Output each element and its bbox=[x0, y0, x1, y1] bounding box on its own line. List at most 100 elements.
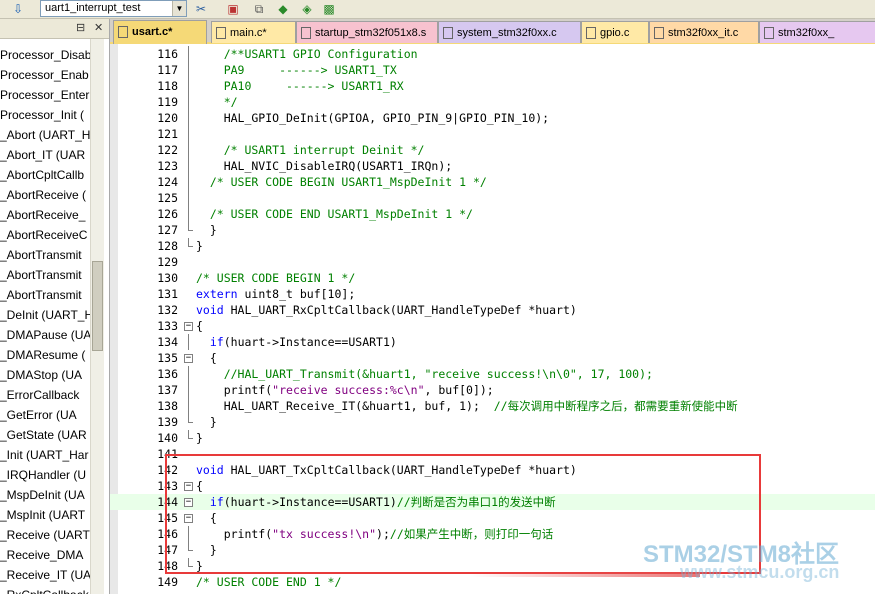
line-number: 125 bbox=[157, 191, 178, 205]
options-icon[interactable]: ✂ bbox=[193, 1, 209, 17]
function-list-item[interactable]: _DMAResume ( bbox=[0, 345, 90, 365]
code-line[interactable]: 137 printf("receive success:%c\n", buf[0… bbox=[110, 382, 875, 398]
tab-main-c[interactable]: main.c* bbox=[211, 21, 296, 43]
code-token: } bbox=[196, 415, 217, 429]
code-line[interactable]: 121 bbox=[110, 126, 875, 142]
code-line[interactable]: 134 if(huart->Instance==USART1) bbox=[110, 334, 875, 350]
code-token: //每次调用中断程序之后，都需要重新使能中断 bbox=[493, 399, 738, 413]
pack-icon[interactable]: ◆ bbox=[275, 1, 291, 17]
function-list-item[interactable]: _Abort (UART_H bbox=[0, 125, 90, 145]
function-list-item[interactable]: _MspInit (UART bbox=[0, 505, 90, 525]
function-list-item[interactable]: Processor_Disab bbox=[0, 45, 90, 65]
tab-stm32f0xx-it-c[interactable]: stm32f0xx_it.c bbox=[649, 21, 759, 43]
function-list-item[interactable]: _DMAPause (UA bbox=[0, 325, 90, 345]
function-list-item[interactable]: _AbortTransmit bbox=[0, 245, 90, 265]
close-icon[interactable]: ✕ bbox=[94, 21, 103, 35]
code-line[interactable]: 130 /* USER CODE BEGIN 1 */ bbox=[110, 270, 875, 286]
function-list-item[interactable]: _MspDeInit (UA bbox=[0, 485, 90, 505]
panel-header: ⊟ ✕ bbox=[0, 19, 109, 39]
download-icon[interactable]: ⇩ bbox=[10, 1, 26, 17]
code-text: } bbox=[196, 238, 203, 254]
fold-toggle-icon[interactable]: − bbox=[184, 354, 193, 363]
function-list-item[interactable]: _RxCpltCallback bbox=[0, 585, 90, 594]
line-number: 131 bbox=[157, 287, 178, 301]
code-line[interactable]: 116 /**USART1 GPIO Configuration bbox=[110, 46, 875, 62]
code-token: HAL_UART_Receive_IT(&huart1, buf, 1); bbox=[196, 399, 494, 413]
function-list-item[interactable]: _Receive_DMA bbox=[0, 545, 90, 565]
function-list-item[interactable]: _AbortReceive ( bbox=[0, 185, 90, 205]
function-list-item[interactable]: _Receive (UART bbox=[0, 525, 90, 545]
line-number: 149 bbox=[157, 575, 178, 589]
code-line[interactable]: 131 extern uint8_t buf[10]; bbox=[110, 286, 875, 302]
code-line[interactable]: 139 } bbox=[110, 414, 875, 430]
manage-icon[interactable]: ▣ bbox=[225, 1, 241, 17]
function-list-item[interactable]: _IRQHandler (U bbox=[0, 465, 90, 485]
function-list-item[interactable]: _DeInit (UART_H bbox=[0, 305, 90, 325]
copy-icon[interactable]: ⧉ bbox=[251, 1, 267, 17]
code-line[interactable]: 138 HAL_UART_Receive_IT(&huart1, buf, 1)… bbox=[110, 398, 875, 414]
fold-end-guide bbox=[188, 238, 193, 247]
function-list-item[interactable]: _AbortTransmit bbox=[0, 285, 90, 305]
chevron-down-icon[interactable]: ▼ bbox=[172, 1, 186, 16]
function-list-item[interactable]: Processor_Enter bbox=[0, 85, 90, 105]
code-line[interactable]: 132 void HAL_UART_RxCpltCallback(UART_Han… bbox=[110, 302, 875, 318]
function-list-item[interactable]: _Abort_IT (UAR bbox=[0, 145, 90, 165]
fold-guide bbox=[188, 142, 189, 158]
code-line[interactable]: 117 PA9 ------> USART1_TX bbox=[110, 62, 875, 78]
code-line[interactable]: 140} bbox=[110, 430, 875, 446]
code-line[interactable]: 124 /* USER CODE BEGIN USART1_MspDeInit … bbox=[110, 174, 875, 190]
code-line[interactable]: 122 /* USART1 interrupt Deinit */ bbox=[110, 142, 875, 158]
code-line[interactable]: 133−{ bbox=[110, 318, 875, 334]
tab-usart-c[interactable]: usart.c* bbox=[113, 20, 207, 44]
fold-guide bbox=[188, 334, 189, 350]
code-line[interactable]: 120 HAL_GPIO_DeInit(GPIOA, GPIO_PIN_9|GP… bbox=[110, 110, 875, 126]
code-token: PA10 ------> USART1_RX bbox=[196, 79, 404, 93]
panel-scrollbar[interactable] bbox=[90, 39, 104, 594]
code-token: /**USART1 GPIO Configuration bbox=[196, 47, 418, 61]
code-line[interactable]: 135− { bbox=[110, 350, 875, 366]
tab-startup-stm32f051x8-s[interactable]: startup_stm32f051x8.s bbox=[296, 21, 438, 43]
function-list-item[interactable]: Processor_Init ( bbox=[0, 105, 90, 125]
code-line[interactable]: 125 bbox=[110, 190, 875, 206]
function-list-item[interactable]: _AbortReceiveC bbox=[0, 225, 90, 245]
line-number: 119 bbox=[157, 95, 178, 109]
pin-icon[interactable]: ⊟ bbox=[76, 21, 85, 35]
code-text: */ bbox=[196, 94, 238, 110]
tab-label: stm32f0xx_it.c bbox=[668, 27, 739, 39]
line-number: 130 bbox=[157, 271, 178, 285]
browse-icon[interactable]: ▩ bbox=[321, 1, 337, 17]
code-line[interactable]: 136 //HAL_UART_Transmit(&huart1, "receiv… bbox=[110, 366, 875, 382]
code-line[interactable]: 119 */ bbox=[110, 94, 875, 110]
fold-guide bbox=[188, 206, 189, 222]
function-list-item[interactable]: _DMAStop (UA bbox=[0, 365, 90, 385]
scrollbar-thumb[interactable] bbox=[92, 261, 103, 351]
function-list-item[interactable]: _Init (UART_Har bbox=[0, 445, 90, 465]
function-list-item[interactable]: _AbortTransmit bbox=[0, 265, 90, 285]
function-list-item[interactable]: _Receive_IT (UA bbox=[0, 565, 90, 585]
tab-gpio-c[interactable]: gpio.c bbox=[581, 21, 649, 43]
function-list-item[interactable]: _GetError (UA bbox=[0, 405, 90, 425]
function-list-item[interactable]: _GetState (UAR bbox=[0, 425, 90, 445]
code-token: "receive success:%c\n" bbox=[272, 383, 425, 397]
line-number: 134 bbox=[157, 335, 178, 349]
code-line[interactable]: 129 bbox=[110, 254, 875, 270]
code-line[interactable]: 128} bbox=[110, 238, 875, 254]
code-line[interactable]: 127 } bbox=[110, 222, 875, 238]
tab-stm32f0xx[interactable]: stm32f0xx_ bbox=[759, 21, 875, 43]
function-list-item[interactable]: _AbortReceive_ bbox=[0, 205, 90, 225]
code-text: PA10 ------> USART1_RX bbox=[196, 78, 404, 94]
diamond-icon[interactable]: ◈ bbox=[299, 1, 315, 17]
code-line[interactable]: 118 PA10 ------> USART1_RX bbox=[110, 78, 875, 94]
code-text: printf("receive success:%c\n", buf[0]); bbox=[196, 382, 494, 398]
function-list-item[interactable]: Processor_Enab bbox=[0, 65, 90, 85]
tab-system-stm32f0xx-c[interactable]: system_stm32f0xx.c bbox=[438, 21, 581, 43]
code-line[interactable]: 126 /* USER CODE END USART1_MspDeInit 1 … bbox=[110, 206, 875, 222]
target-select[interactable]: uart1_interrupt_test ▼ bbox=[40, 0, 187, 17]
function-list-item[interactable]: _AbortCpltCallb bbox=[0, 165, 90, 185]
line-number: 127 bbox=[157, 223, 178, 237]
fold-toggle-icon[interactable]: − bbox=[184, 322, 193, 331]
function-list-item[interactable]: _ErrorCallback bbox=[0, 385, 90, 405]
code-token: /* USER CODE BEGIN USART1_MspDeInit 1 */ bbox=[196, 175, 487, 189]
code-line[interactable]: 123 HAL_NVIC_DisableIRQ(USART1_IRQn); bbox=[110, 158, 875, 174]
